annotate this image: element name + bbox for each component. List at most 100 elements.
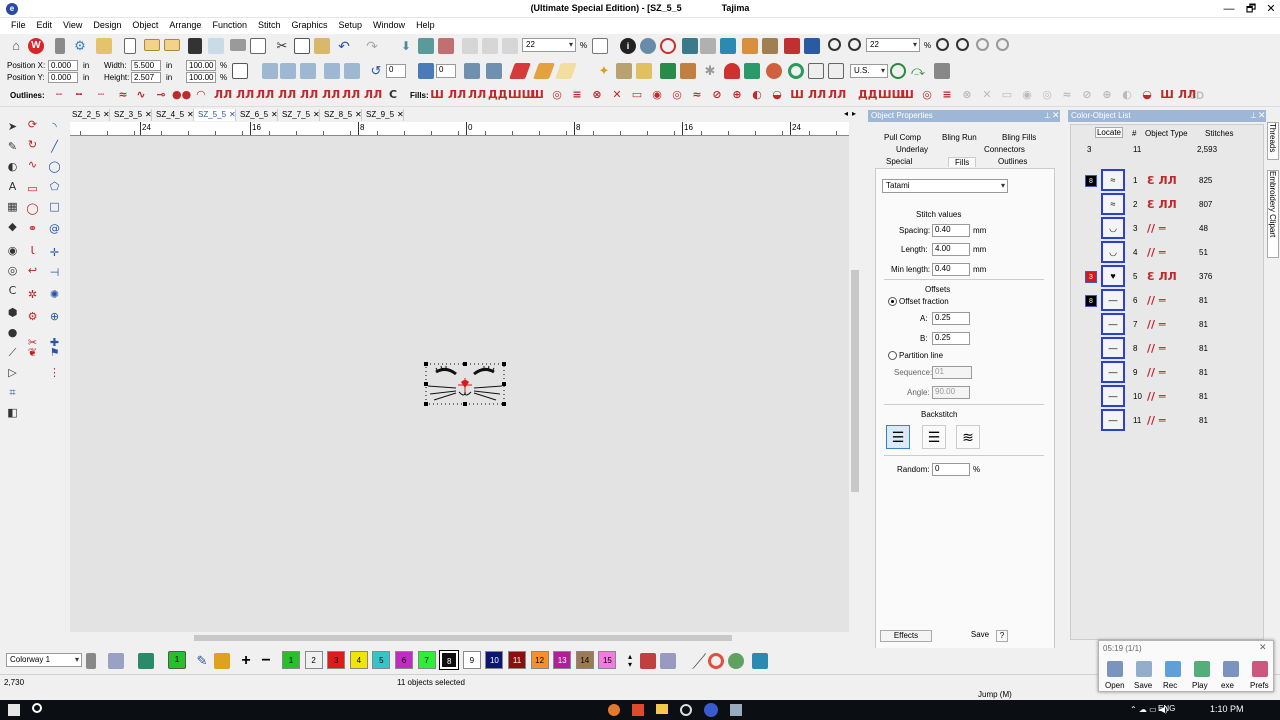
tab-close-icon[interactable]: ✕ bbox=[397, 110, 404, 119]
fill-stitch-15-icon[interactable]: ⊘ bbox=[708, 88, 726, 102]
recorder-open-label[interactable]: Open bbox=[1105, 681, 1125, 690]
fill-stitch-21-icon[interactable]: ЛЛ bbox=[828, 88, 846, 102]
fill-stitch-16-icon[interactable]: ⊕ bbox=[728, 88, 746, 102]
b-input[interactable]: 0.25 bbox=[932, 332, 970, 345]
fill-stitch-18-icon[interactable]: ◒ bbox=[768, 88, 786, 102]
object-thumbnail[interactable]: — bbox=[1101, 289, 1125, 311]
tool-a-icon[interactable] bbox=[682, 38, 698, 54]
slant-icon[interactable] bbox=[418, 63, 434, 79]
length-input[interactable]: 4.00 bbox=[932, 243, 970, 256]
recorder-prefs-icon[interactable] bbox=[1252, 661, 1268, 677]
transform-icon[interactable] bbox=[486, 63, 502, 79]
pos-x-input[interactable]: 0.000 bbox=[48, 60, 78, 71]
tab-close-icon[interactable]: ✕ bbox=[187, 110, 194, 119]
outline-stitch-13-icon[interactable]: ЛЛ bbox=[300, 88, 318, 102]
ring-tool-icon[interactable]: ◎ bbox=[4, 262, 21, 279]
tool-d-icon[interactable] bbox=[742, 38, 758, 54]
zoom-out-icon[interactable] bbox=[976, 38, 989, 51]
object-thumbnail[interactable]: ◡ bbox=[1101, 217, 1125, 239]
tab-close-icon[interactable]: ✕ bbox=[145, 110, 152, 119]
menu-object[interactable]: Object bbox=[132, 18, 158, 30]
color-chip[interactable]: 3 bbox=[1085, 271, 1097, 283]
sizing-icon[interactable] bbox=[934, 63, 950, 79]
color-swatch-11[interactable]: 11 bbox=[508, 651, 526, 669]
arc-icon[interactable]: ◝ bbox=[46, 118, 63, 135]
min-length-input[interactable]: 0.40 bbox=[932, 263, 970, 276]
curl-icon[interactable]: ↩ bbox=[24, 262, 41, 279]
menu-window[interactable]: Window bbox=[373, 18, 405, 30]
restore-button[interactable]: 🗗 bbox=[1244, 2, 1258, 16]
tool-c-icon[interactable] bbox=[720, 38, 736, 54]
zoom-factor-icon[interactable] bbox=[848, 38, 861, 51]
locate-button[interactable]: Locate bbox=[1095, 127, 1123, 138]
object-row-2[interactable]: ≈2 Ɛ ЛЛ 807 bbox=[1071, 193, 1267, 217]
fill-light-icon[interactable] bbox=[555, 63, 577, 79]
prop-tab-connectors[interactable]: Connectors bbox=[984, 145, 1025, 154]
needle-point-icon[interactable] bbox=[616, 63, 632, 79]
scale-w-input[interactable]: 100.00 bbox=[186, 60, 216, 71]
fill-stitch-38-icon[interactable]: ЛЛ bbox=[1178, 88, 1196, 102]
minimize-button[interactable]: — bbox=[1222, 2, 1236, 16]
push-pin-icon[interactable]: ⬇ bbox=[398, 38, 414, 54]
color-swatch-2[interactable]: 2 bbox=[304, 651, 323, 669]
fill-stitch-24-icon[interactable]: Ш bbox=[898, 88, 916, 102]
undo-icon[interactable]: ↶ bbox=[336, 38, 352, 54]
recorder-save-label[interactable]: Save bbox=[1134, 681, 1152, 690]
partition-line-radio[interactable] bbox=[888, 351, 897, 360]
arrange-icon[interactable] bbox=[418, 38, 434, 54]
color-swatch-10[interactable]: 10 bbox=[485, 651, 504, 669]
close-button[interactable]: ✕ bbox=[1264, 2, 1278, 16]
fill-stitch-13-icon[interactable]: ◎ bbox=[668, 88, 686, 102]
prop-tab-bling-run[interactable]: Bling Run bbox=[942, 133, 977, 142]
ring-icon[interactable] bbox=[788, 63, 804, 79]
color-swatch-8[interactable]: 8 bbox=[439, 650, 460, 670]
circle-tool-icon[interactable]: ◯ bbox=[46, 158, 63, 175]
fill-stitch-36-icon[interactable]: ◒ bbox=[1138, 88, 1156, 102]
motif-icon[interactable]: ⚭ bbox=[24, 220, 41, 237]
select-icon[interactable]: ➤ bbox=[4, 118, 21, 135]
align-left-icon[interactable] bbox=[262, 63, 278, 79]
shirt-icon[interactable] bbox=[744, 63, 760, 79]
color-swatch-13[interactable]: 13 bbox=[553, 651, 572, 669]
color-picker-icon[interactable]: ◧ bbox=[4, 404, 21, 421]
outline-stitch-6-icon[interactable]: ⊸ bbox=[152, 88, 170, 102]
tool-b-icon[interactable] bbox=[700, 38, 716, 54]
hook2-icon[interactable]: Ϲ bbox=[4, 282, 21, 299]
disabled-tool3-icon[interactable] bbox=[502, 38, 518, 54]
palette-icon[interactable] bbox=[86, 653, 96, 669]
target2-icon[interactable]: ⊕ bbox=[46, 308, 63, 325]
color-wheel-2-icon[interactable] bbox=[708, 653, 724, 669]
fill-stitch-26-icon[interactable]: ≡ bbox=[938, 88, 956, 102]
menu-file[interactable]: File bbox=[11, 18, 26, 30]
outline-stitch-3-icon[interactable]: ┄ bbox=[92, 88, 110, 102]
object-row-7[interactable]: — 7 // ═ 81 bbox=[1071, 313, 1267, 337]
hoop-icon[interactable] bbox=[660, 38, 676, 54]
slant-angle-input[interactable]: 0 bbox=[436, 64, 456, 78]
rotate-icon[interactable]: ↺ bbox=[368, 63, 384, 79]
menu-function[interactable]: Function bbox=[212, 18, 247, 30]
spiral-icon[interactable]: @ bbox=[46, 220, 63, 237]
fill-type-combo[interactable]: Tatami bbox=[882, 179, 1008, 193]
picture-icon[interactable] bbox=[660, 63, 676, 79]
angle-input[interactable]: 90.00 bbox=[932, 386, 970, 399]
arrow-green-icon[interactable] bbox=[890, 63, 906, 79]
horizontal-scrollbar[interactable] bbox=[70, 632, 849, 644]
threads-side-tab[interactable]: Threads bbox=[1267, 122, 1279, 160]
sequence-input[interactable]: 01 bbox=[932, 366, 972, 379]
outline-stitch-17-icon[interactable]: C bbox=[384, 88, 402, 102]
rotate-tool-icon[interactable]: ↻ bbox=[24, 136, 41, 153]
disabled-tool2-icon[interactable] bbox=[482, 38, 498, 54]
menu-graphics[interactable]: Graphics bbox=[292, 18, 328, 30]
menu-view[interactable]: View bbox=[63, 18, 82, 30]
flip-icon[interactable] bbox=[344, 63, 360, 79]
object-thumbnail[interactable]: — bbox=[1101, 313, 1125, 335]
save-button[interactable]: Save bbox=[968, 630, 992, 642]
open-folder-icon[interactable] bbox=[144, 39, 160, 51]
print-icon[interactable] bbox=[230, 39, 246, 51]
object-thumbnail[interactable]: ♥ bbox=[1101, 265, 1125, 287]
rect-icon[interactable]: ▭ bbox=[24, 180, 41, 197]
help-button[interactable]: ? bbox=[996, 630, 1008, 642]
outline-stitch-1-icon[interactable]: ╌ bbox=[50, 88, 68, 102]
recorder-play-icon[interactable] bbox=[1194, 661, 1210, 677]
design-canvas[interactable] bbox=[70, 136, 849, 632]
